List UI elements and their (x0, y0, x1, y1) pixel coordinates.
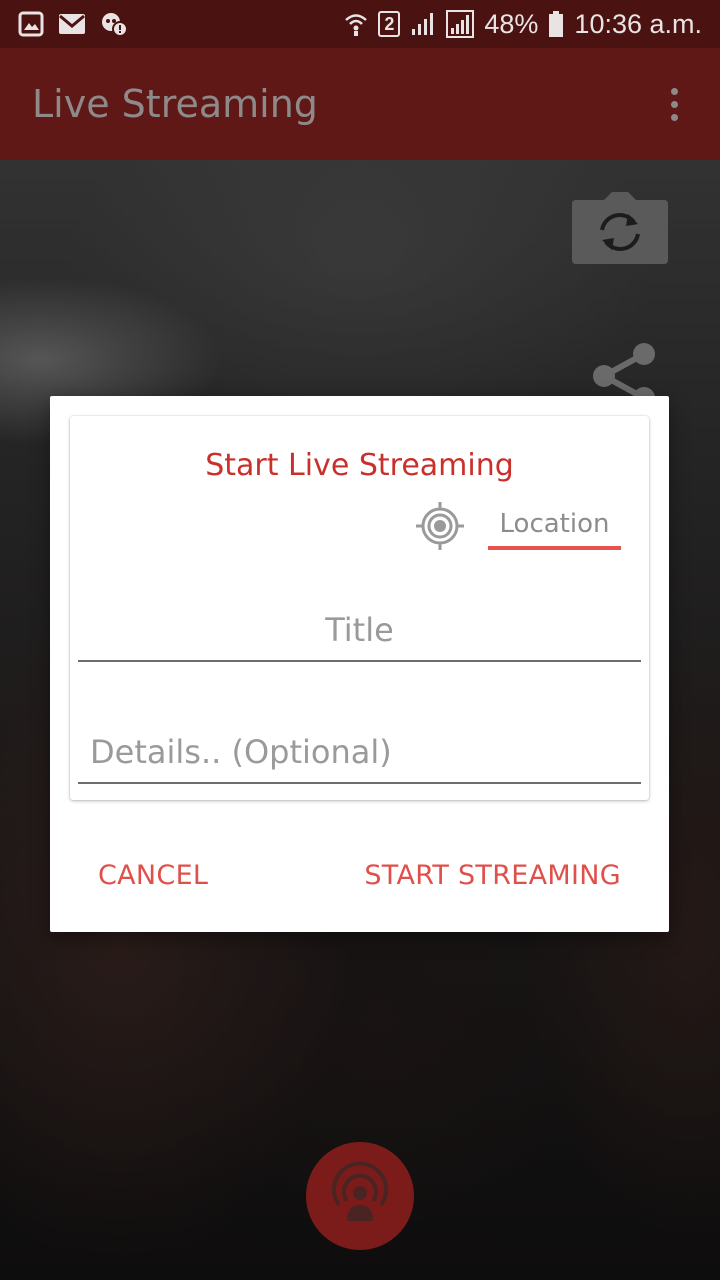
details-input[interactable]: Details.. (Optional) (78, 726, 641, 784)
battery-icon (548, 10, 564, 38)
live-stream-button[interactable] (306, 1142, 414, 1250)
battery-percent: 48% (484, 8, 539, 39)
clock: 10:36 a.m. (574, 8, 702, 39)
image-icon (18, 11, 44, 37)
live-stream-icon (327, 1161, 393, 1232)
dialog-title: Start Live Streaming (205, 448, 514, 483)
stream-form-card: Start Live Streaming Location Title Deta… (70, 416, 649, 800)
voicemail-icon (100, 11, 128, 37)
start-streaming-button[interactable]: START STREAMING (346, 850, 639, 900)
title-input[interactable]: Title (78, 604, 641, 662)
app-title: Live Streaming (32, 82, 318, 126)
start-stream-dialog: Start Live Streaming Location Title Deta… (50, 396, 669, 932)
cancel-button[interactable]: CANCEL (80, 850, 226, 900)
sim-badge: 2 (378, 11, 401, 37)
status-right-icons: 2 48% 10:36 a.m. (344, 9, 702, 40)
status-left-icons (18, 11, 128, 37)
signal-icon (410, 11, 436, 37)
app-bar: Live Streaming (0, 48, 720, 160)
signal-icon (446, 10, 475, 38)
more-vert-icon[interactable] (660, 74, 688, 134)
status-bar: 2 48% 10:36 a.m. (0, 0, 720, 48)
gps-target-icon[interactable] (414, 500, 466, 552)
mail-icon (58, 12, 86, 36)
wifi-icon (344, 11, 368, 37)
location-field[interactable]: Location (488, 504, 621, 550)
switch-camera-icon[interactable] (572, 192, 668, 264)
